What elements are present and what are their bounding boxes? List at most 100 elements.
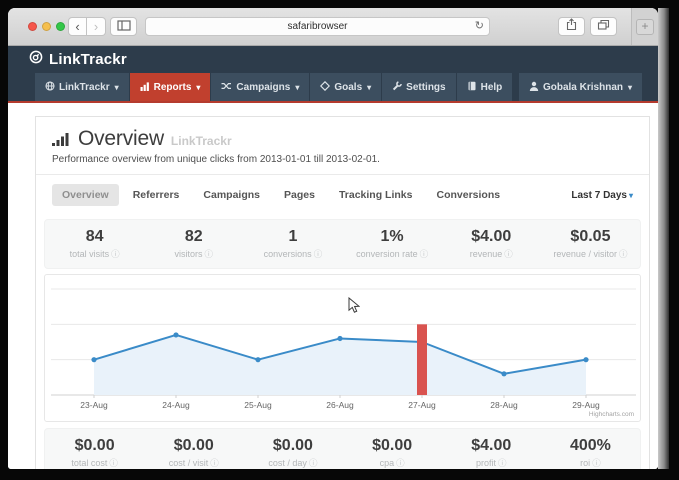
minimize-window-button[interactable] <box>42 22 51 31</box>
tab-tracking-links[interactable]: Tracking Links <box>329 184 423 206</box>
stat-conversion-rate: 1% conversion rateⓘ <box>343 228 442 260</box>
share-icon <box>566 18 577 36</box>
refresh-icon[interactable]: ↻ <box>475 18 484 35</box>
nav-label: LinkTrackr <box>59 82 110 93</box>
stat-label: cpa <box>380 458 395 468</box>
stat-label: visitors <box>174 249 202 259</box>
chevron-down-icon: ▾ <box>295 83 299 92</box>
stat-value: 82 <box>144 228 243 246</box>
forward-button[interactable]: › <box>87 17 106 36</box>
info-icon[interactable]: ⓘ <box>205 249 214 259</box>
stat-value: $0.00 <box>243 437 342 455</box>
info-icon[interactable]: ⓘ <box>420 249 429 259</box>
stat-value: $4.00 <box>442 437 541 455</box>
visits-chart[interactable]: 23-Aug24-Aug25-Aug26-Aug27-Aug28-Aug29-A… <box>44 274 641 422</box>
info-icon[interactable]: ⓘ <box>314 249 323 259</box>
history-buttons: ‹ › <box>68 17 106 36</box>
info-icon[interactable]: ⓘ <box>309 458 318 468</box>
traffic-lights <box>28 22 65 31</box>
show-tabs-button[interactable] <box>590 17 617 36</box>
share-button[interactable] <box>558 17 585 36</box>
book-icon <box>467 81 477 94</box>
stat-value: $0.00 <box>343 437 442 455</box>
tab-conversions[interactable]: Conversions <box>426 184 510 206</box>
bar-chart-icon <box>140 81 150 94</box>
sidebar-toggle-button[interactable] <box>110 17 137 36</box>
svg-text:27-Aug: 27-Aug <box>408 400 436 410</box>
close-window-button[interactable] <box>28 22 37 31</box>
sidebar-icon <box>117 18 131 36</box>
nav-item-reports[interactable]: Reports ▾ <box>130 73 211 101</box>
stat-value: 1% <box>343 228 442 246</box>
stat-value: 84 <box>45 228 144 246</box>
stat-label: conversion rate <box>356 249 418 259</box>
diamond-icon <box>320 81 330 94</box>
date-range-dropdown[interactable]: Last 7 Days▾ <box>571 190 633 201</box>
address-bar[interactable]: safaribrowser ↻ <box>145 17 490 36</box>
info-icon[interactable]: ⓘ <box>592 458 601 468</box>
stat-cost-visit: $0.00 cost / visitⓘ <box>144 437 243 469</box>
info-icon[interactable]: ⓘ <box>109 458 118 468</box>
info-icon[interactable]: ⓘ <box>619 249 628 259</box>
date-range-label: Last 7 Days <box>571 190 627 201</box>
shuffle-icon <box>221 81 232 94</box>
chart-plot-area: 23-Aug24-Aug25-Aug26-Aug27-Aug28-Aug29-A… <box>45 275 641 421</box>
stat-value: $0.05 <box>541 228 640 246</box>
nav-item-linktrackr[interactable]: LinkTrackr ▾ <box>35 73 129 101</box>
wrench-icon <box>392 81 402 94</box>
linktrackr-logo-icon <box>29 50 43 69</box>
tab-pages[interactable]: Pages <box>274 184 325 206</box>
nav-item-help[interactable]: Help <box>457 73 513 101</box>
app-header: LinkTrackr <box>8 46 658 73</box>
back-button[interactable]: ‹ <box>68 17 87 36</box>
tabs-overview-icon <box>597 18 610 36</box>
stat-label: roi <box>580 458 590 468</box>
stat-label: revenue / visitor <box>553 249 617 259</box>
stat-label: total cost <box>71 458 107 468</box>
chevron-down-icon: ▾ <box>628 83 632 92</box>
tab-campaigns[interactable]: Campaigns <box>193 184 270 206</box>
panel-header: Overview LinkTrackr Performance overview… <box>36 117 649 175</box>
stat-value: $0.00 <box>45 437 144 455</box>
nav-item-goals[interactable]: Goals ▾ <box>310 73 381 101</box>
brand-name: LinkTrackr <box>49 51 127 68</box>
chevron-down-icon: ▾ <box>115 83 119 92</box>
stat-roi: 400% roiⓘ <box>541 437 640 469</box>
stat-cost-day: $0.00 cost / dayⓘ <box>243 437 342 469</box>
nav-item-campaigns[interactable]: Campaigns ▾ <box>211 73 309 101</box>
info-icon[interactable]: ⓘ <box>498 458 507 468</box>
user-icon <box>529 81 539 94</box>
nav-label: Reports <box>154 82 192 93</box>
info-icon[interactable]: ⓘ <box>396 458 405 468</box>
page-subtitle: Performance overview from unique clicks … <box>52 154 633 165</box>
page-title-suffix: LinkTrackr <box>171 134 232 148</box>
stat-value: 1 <box>243 228 342 246</box>
chevron-down-icon: ▾ <box>367 83 371 92</box>
main-nav: LinkTrackr ▾ Reports ▾ Campaigns ▾ Goals… <box>8 73 658 103</box>
stat-total-visits: 84 total visitsⓘ <box>45 228 144 260</box>
tab-overview[interactable]: Overview <box>52 184 119 206</box>
zoom-window-button[interactable] <box>56 22 65 31</box>
stat-profit: $4.00 profitⓘ <box>442 437 541 469</box>
user-menu[interactable]: Gobala Krishnan ▾ <box>519 73 642 101</box>
nav-label: Campaigns <box>236 82 290 93</box>
window-edge-shadow <box>658 8 669 469</box>
nav-item-settings[interactable]: Settings <box>382 73 455 101</box>
stat-revenue: $4.00 revenueⓘ <box>442 228 541 260</box>
new-tab-button[interactable]: + <box>636 19 654 35</box>
stat-label: cost / visit <box>169 458 209 468</box>
nav-label: Settings <box>406 82 445 93</box>
info-icon[interactable]: ⓘ <box>210 458 219 468</box>
stat-cpa: $0.00 cpaⓘ <box>343 437 442 469</box>
chevron-down-icon: ▾ <box>196 83 200 92</box>
stat-total-cost: $0.00 total costⓘ <box>45 437 144 469</box>
page-title: Overview <box>78 127 164 151</box>
stats-row-bottom: $0.00 total costⓘ $0.00 cost / visitⓘ $0… <box>44 428 641 469</box>
browser-toolbar: ‹ › safaribrowser ↻ + <box>8 8 658 46</box>
tab-referrers[interactable]: Referrers <box>123 184 190 206</box>
url-text: safaribrowser <box>287 21 347 32</box>
info-icon[interactable]: ⓘ <box>504 249 513 259</box>
user-name: Gobala Krishnan <box>543 82 623 93</box>
info-icon[interactable]: ⓘ <box>111 249 120 259</box>
stat-label: cost / day <box>268 458 307 468</box>
